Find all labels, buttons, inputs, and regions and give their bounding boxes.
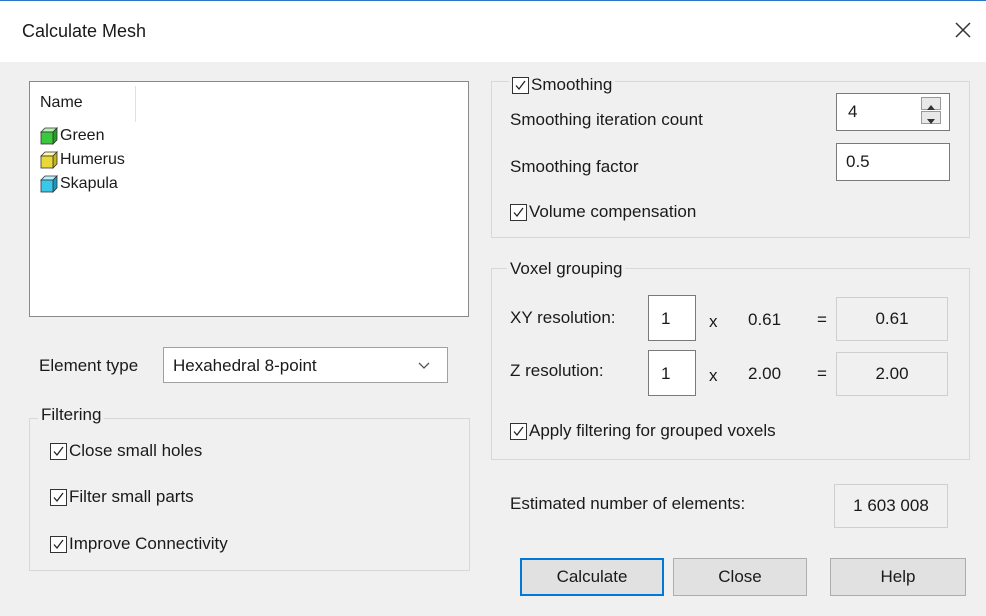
list-item-label: Humerus [60,151,125,168]
list-header-name[interactable]: Name [40,94,83,112]
calculate-button[interactable]: Calculate [520,558,664,596]
chevron-down-icon [418,362,430,369]
xy-times-sign: x [709,312,718,331]
cube-icon [40,151,58,169]
close-small-holes-checkbox[interactable]: Close small holes [50,441,202,461]
xy-voxel-size: 0.61 [748,310,782,329]
list-item[interactable]: Humerus [40,149,125,171]
list-item-label: Green [60,127,105,144]
checkbox-box [510,203,527,221]
help-button[interactable]: Help [830,558,966,596]
filtering-title: Filtering [38,405,105,425]
smoothing-factor-input[interactable]: 0.5 [836,143,950,181]
list-item[interactable]: Skapula [40,173,118,195]
checkbox-box [510,422,527,440]
header-divider [135,86,136,122]
checkbox-box [50,442,67,460]
z-result-field: 2.00 [836,352,948,396]
iteration-stepper[interactable] [918,95,946,129]
cube-icon [40,127,58,145]
checkbox-box [50,488,67,506]
z-equals-sign: = [817,364,827,383]
xy-resolution-input[interactable]: 1 [648,295,696,341]
object-list[interactable]: Name Green Humerus Skapula [29,81,469,317]
checkbox-label: Filter small parts [69,487,194,506]
smoothing-factor-label: Smoothing factor [510,157,639,176]
z-times-sign: x [709,366,718,385]
close-button[interactable]: Close [673,558,807,596]
title-bar: Calculate Mesh [0,0,986,62]
volume-compensation-checkbox[interactable]: Volume compensation [510,202,696,222]
smoothing-factor-value: 0.5 [846,152,870,171]
dialog-title: Calculate Mesh [22,21,147,41]
checkbox-label: Volume compensation [529,202,697,221]
z-resolution-value: 1 [661,364,671,383]
smoothing-title: Smoothing [531,75,613,94]
close-icon[interactable] [948,15,978,45]
spin-up-button[interactable] [921,97,941,110]
z-voxel-size: 2.00 [748,364,782,383]
smoothing-iteration-value: 4 [848,102,858,121]
z-resolution-input[interactable]: 1 [648,350,696,396]
element-type-value: Hexahedral 8-point [173,356,317,375]
checkbox-box [512,76,529,94]
filter-small-parts-checkbox[interactable]: Filter small parts [50,487,194,507]
smoothing-iteration-label: Smoothing iteration count [510,110,703,129]
smoothing-checkbox[interactable]: Smoothing [509,75,616,95]
list-item[interactable]: Green [40,125,104,147]
checkbox-box [50,535,67,553]
xy-resolution-label: XY resolution: [510,308,616,327]
xy-resolution-value: 1 [661,309,671,328]
improve-connectivity-checkbox[interactable]: Improve Connectivity [50,534,228,554]
cube-icon [40,175,58,193]
apply-filtering-grouped-voxels-checkbox[interactable]: Apply filtering for grouped voxels [510,421,776,441]
checkbox-label: Close small holes [69,441,203,460]
z-resolution-label: Z resolution: [510,361,604,380]
voxel-grouping-title: Voxel grouping [507,259,626,279]
checkbox-label: Apply filtering for grouped voxels [529,421,776,440]
xy-result-field: 0.61 [836,297,948,341]
element-type-label: Element type [39,356,139,375]
list-item-label: Skapula [60,175,118,192]
estimated-elements-label: Estimated number of elements: [510,494,746,513]
estimated-elements-value: 1 603 008 [834,484,948,528]
element-type-select[interactable]: Hexahedral 8-point [163,347,448,383]
xy-equals-sign: = [817,310,827,329]
spin-down-button[interactable] [921,111,941,124]
checkbox-label: Improve Connectivity [69,534,228,553]
